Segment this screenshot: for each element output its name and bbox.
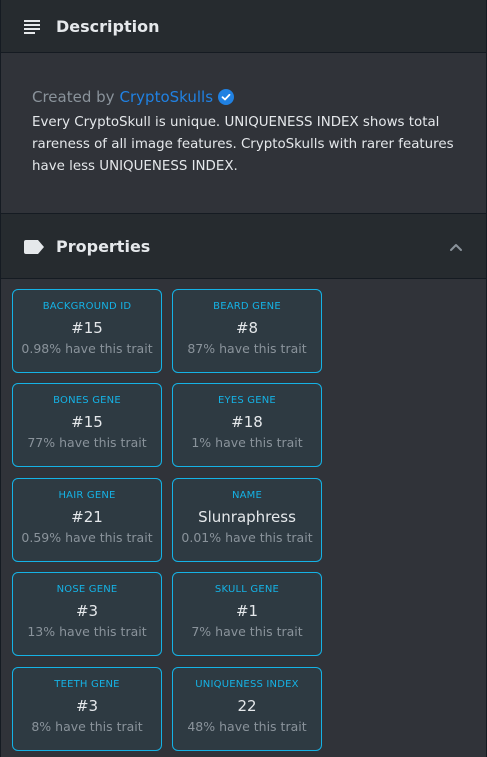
trait-type: NAME bbox=[231, 490, 263, 501]
trait-rarity: 48% have this trait bbox=[187, 719, 307, 734]
chevron-up-icon[interactable] bbox=[449, 239, 463, 253]
trait-type: SKULL GENE bbox=[214, 584, 280, 595]
subject-icon bbox=[24, 19, 42, 34]
description-title: Description bbox=[56, 16, 160, 36]
trait-card[interactable]: UNIQUENESS INDEX 22 48% have this trait bbox=[172, 667, 322, 751]
trait-card[interactable]: BEARD GENE #8 87% have this trait bbox=[172, 289, 322, 373]
trait-card[interactable]: HAIR GENE #21 0.59% have this trait bbox=[12, 478, 162, 562]
trait-rarity: 87% have this trait bbox=[187, 341, 307, 356]
trait-rarity: 0.01% have this trait bbox=[181, 530, 313, 545]
trait-type: TEETH GENE bbox=[54, 679, 120, 690]
properties-header[interactable]: Properties bbox=[1, 214, 486, 279]
trait-value: #15 bbox=[71, 319, 103, 337]
trait-value: #3 bbox=[75, 602, 99, 620]
trait-card[interactable]: TEETH GENE #3 8% have this trait bbox=[12, 667, 162, 751]
trait-type: BONES GENE bbox=[53, 395, 121, 406]
verified-badge-icon bbox=[218, 89, 235, 105]
creator-link[interactable]: CryptoSkulls bbox=[120, 88, 214, 106]
trait-type: BEARD GENE bbox=[213, 301, 281, 312]
label-icon bbox=[24, 239, 44, 254]
trait-rarity: 0.98% have this trait bbox=[21, 341, 153, 356]
description-text: Every CryptoSkull is unique. UNIQUENESS … bbox=[32, 115, 454, 174]
trait-card[interactable]: NOSE GENE #3 13% have this trait bbox=[12, 572, 162, 656]
trait-rarity: 0.59% have this trait bbox=[21, 530, 153, 545]
trait-value: #3 bbox=[75, 697, 99, 715]
properties-body: BACKGROUND ID #15 0.98% have this trait … bbox=[1, 279, 486, 757]
trait-type: EYES GENE bbox=[218, 395, 276, 406]
trait-type: HAIR GENE bbox=[58, 490, 116, 501]
trait-value: #21 bbox=[71, 508, 103, 526]
trait-type: BACKGROUND ID bbox=[42, 301, 132, 312]
trait-value: #8 bbox=[235, 319, 259, 337]
trait-card[interactable]: SKULL GENE #1 7% have this trait bbox=[172, 572, 322, 656]
trait-card[interactable]: BONES GENE #15 77% have this trait bbox=[12, 383, 162, 467]
trait-rarity: 8% have this trait bbox=[31, 719, 143, 734]
trait-rarity: 77% have this trait bbox=[27, 435, 147, 450]
trait-rarity: 13% have this trait bbox=[27, 624, 147, 639]
trait-card[interactable]: EYES GENE #18 1% have this trait bbox=[172, 383, 322, 467]
created-by: Created by CryptoSkulls bbox=[32, 88, 456, 106]
description-body: Created by CryptoSkulls Every CryptoSkul… bbox=[1, 53, 486, 214]
created-by-label: Created by bbox=[32, 88, 115, 106]
trait-value: Slunraphress bbox=[198, 508, 296, 526]
trait-value: #18 bbox=[231, 413, 263, 431]
trait-value: #15 bbox=[71, 413, 103, 431]
trait-rarity: 1% have this trait bbox=[191, 435, 303, 450]
trait-value: 22 bbox=[237, 697, 257, 715]
trait-type: NOSE GENE bbox=[56, 584, 118, 595]
properties-title: Properties bbox=[56, 236, 151, 256]
trait-type: UNIQUENESS INDEX bbox=[195, 679, 299, 690]
trait-value: #1 bbox=[235, 602, 259, 620]
trait-rarity: 7% have this trait bbox=[191, 624, 303, 639]
trait-card[interactable]: NAME Slunraphress 0.01% have this trait bbox=[172, 478, 322, 562]
item-details-panel: Description Created by CryptoSkulls Ever… bbox=[0, 0, 487, 757]
trait-card[interactable]: BACKGROUND ID #15 0.98% have this trait bbox=[12, 289, 162, 373]
description-header[interactable]: Description bbox=[1, 0, 486, 53]
